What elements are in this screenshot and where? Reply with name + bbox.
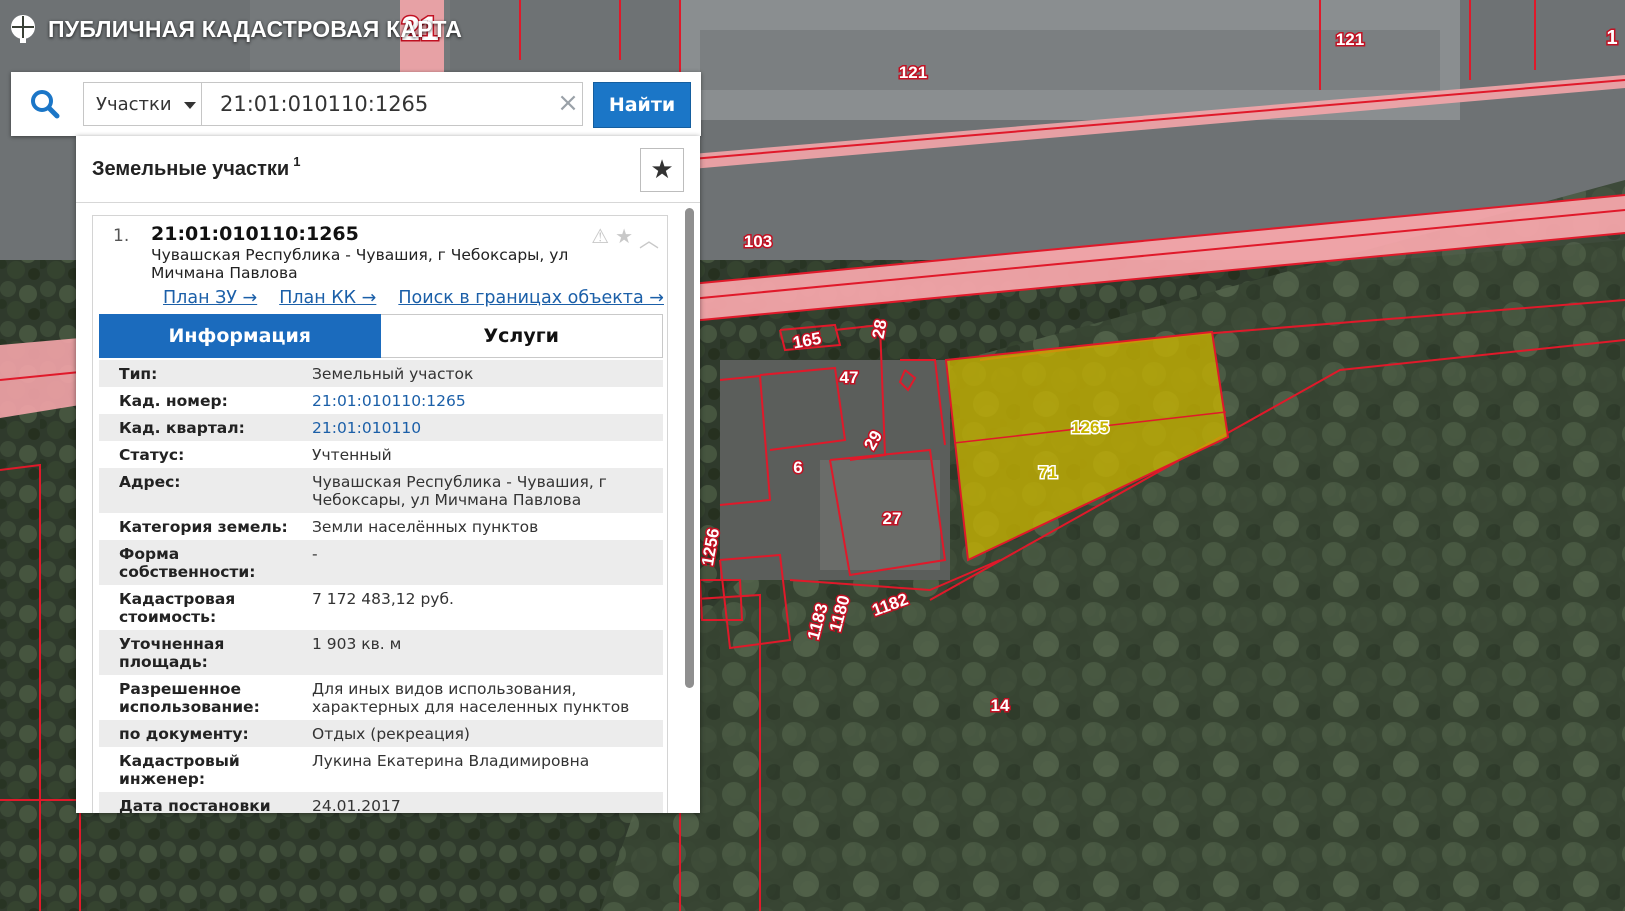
info-row: по документу: Отдых (рекреация) (99, 720, 663, 747)
map-label-121b: 121 (899, 63, 927, 82)
panel-title-text: Земельные участки (92, 158, 290, 180)
map-label-121a: 121 (1336, 30, 1364, 49)
info-value: Чувашская Республика - Чувашия, г Чебокс… (302, 468, 663, 513)
search-type-select[interactable]: Участки (83, 82, 201, 126)
panel-header: Земельные участки 1 ★ (76, 136, 700, 203)
result-address: Чувашская Республика - Чувашия, г Чебокс… (151, 246, 569, 282)
info-row: Кад. квартал: 21:01:010110 (99, 414, 663, 441)
chevron-down-icon (183, 101, 196, 109)
info-row: Кадастровый инженер: Лукина Екатерина Вла… (99, 747, 663, 792)
map-label-71: 71 (1039, 463, 1058, 482)
info-key: Категория земель: (99, 513, 302, 540)
info-key: Кад. квартал: (99, 414, 302, 441)
panel-scrollbar[interactable] (685, 208, 694, 688)
map-label-1265: 1265 (1071, 418, 1109, 437)
info-key: Кадастровая стоимость: (99, 585, 302, 630)
tab-services[interactable]: Услуги (380, 314, 663, 358)
info-value: 1 903 кв. м (302, 630, 663, 675)
info-key: Статус: (99, 441, 302, 468)
map-label-14: 14 (991, 696, 1010, 715)
info-key: Кадастровый инженер: (99, 747, 302, 792)
info-key: Кад. номер: (99, 387, 302, 414)
results-panel: Земельные участки 1 ★ 1. 21:01:010110:126… (76, 136, 700, 813)
star-icon: ★ (650, 155, 674, 185)
info-value: Учтенный (302, 441, 663, 468)
info-key: Тип: (99, 360, 302, 387)
info-value: Земли населённых пунктов (302, 513, 663, 540)
info-value: Земельный участок (302, 360, 663, 387)
result-card: 1. 21:01:010110:1265 Чувашская Республик… (92, 215, 668, 813)
map-label-1: 1 (1606, 27, 1617, 49)
warning-icon[interactable]: ⚠ (591, 224, 609, 253)
info-key: Дата постановки (99, 792, 302, 813)
info-row: Тип: Земельный участок (99, 360, 663, 387)
result-index: 1. (113, 226, 130, 246)
result-count: 1 (293, 154, 301, 169)
info-key: по документу: (99, 720, 302, 747)
info-value: Для иных видов использования, характерны… (302, 675, 663, 720)
info-row: Кадастровая стоимость: 7 172 483,12 руб. (99, 585, 663, 630)
clear-icon[interactable]: × (557, 90, 579, 116)
results-scroll-area[interactable]: 1. 21:01:010110:1265 Чувашская Республик… (76, 203, 700, 813)
info-key: Разрешенное использование: (99, 675, 302, 720)
result-cad-number[interactable]: 21:01:010110:1265 (151, 223, 359, 245)
info-value: 7 172 483,12 руб. (302, 585, 663, 630)
info-value: Лукина Екатерина Владимировна (302, 747, 663, 792)
info-row: Категория земель: Земли населённых пункто… (99, 513, 663, 540)
search-type-label: Участки (96, 93, 172, 115)
search-bar: Участки × Найти (11, 72, 701, 136)
panel-title: Земельные участки 1 (92, 154, 300, 181)
search-icon[interactable] (29, 88, 61, 120)
result-links: План ЗУ → План КК → Поиск в границах объ… (163, 288, 664, 308)
info-row: Статус: Учтенный (99, 441, 663, 468)
info-key: Форма собственности: (99, 540, 302, 585)
map-label-103: 103 (744, 232, 772, 251)
info-row: Уточненная площадь: 1 903 кв. м (99, 630, 663, 675)
map-label-47: 47 (840, 368, 859, 387)
star-icon[interactable]: ★ (615, 224, 633, 253)
map-label-28: 28 (869, 318, 891, 340)
cad-quarter-link[interactable]: 21:01:010110 (302, 414, 663, 441)
app-title: ПУБЛИЧНАЯ КАДАСТРОВАЯ КАРТА (48, 15, 462, 42)
info-row: Разрешенное использование: Для иных видов… (99, 675, 663, 720)
tab-information[interactable]: Информация (99, 314, 381, 358)
chevron-up-icon[interactable]: ︿ (639, 224, 659, 253)
map-label-27: 27 (883, 509, 902, 528)
info-row: Адрес: Чувашская Республика - Чувашия, г … (99, 468, 663, 513)
info-row: Дата постановки 24.01.2017 (99, 792, 663, 813)
favorites-button[interactable]: ★ (640, 148, 684, 192)
info-key: Адрес: (99, 468, 302, 513)
info-table: Тип: Земельный участок Кад. номер: 21:01:0… (99, 360, 663, 813)
info-value: 24.01.2017 (302, 792, 663, 813)
app-logo-icon (11, 15, 35, 43)
map-label-6: 6 (793, 458, 802, 477)
plan-zu-link[interactable]: План ЗУ → (163, 288, 257, 308)
result-actions: ⚠ ★ ︿ (591, 224, 659, 253)
cad-number-link[interactable]: 21:01:010110:1265 (302, 387, 663, 414)
app-header: ПУБЛИЧНАЯ КАДАСТРОВАЯ КАРТА (8, 14, 462, 44)
plan-kk-link[interactable]: План КК → (279, 288, 376, 308)
info-value: - (302, 540, 663, 585)
search-button[interactable]: Найти (593, 82, 691, 128)
info-row: Форма собственности: - (99, 540, 663, 585)
info-key: Уточненная площадь: (99, 630, 302, 675)
result-tabs: Информация Услуги (99, 314, 663, 358)
search-in-bounds-link[interactable]: Поиск в границах объекта → (398, 288, 664, 308)
info-value: Отдых (рекреация) (302, 720, 663, 747)
info-row: Кад. номер: 21:01:010110:1265 (99, 387, 663, 414)
search-input[interactable] (201, 82, 583, 126)
